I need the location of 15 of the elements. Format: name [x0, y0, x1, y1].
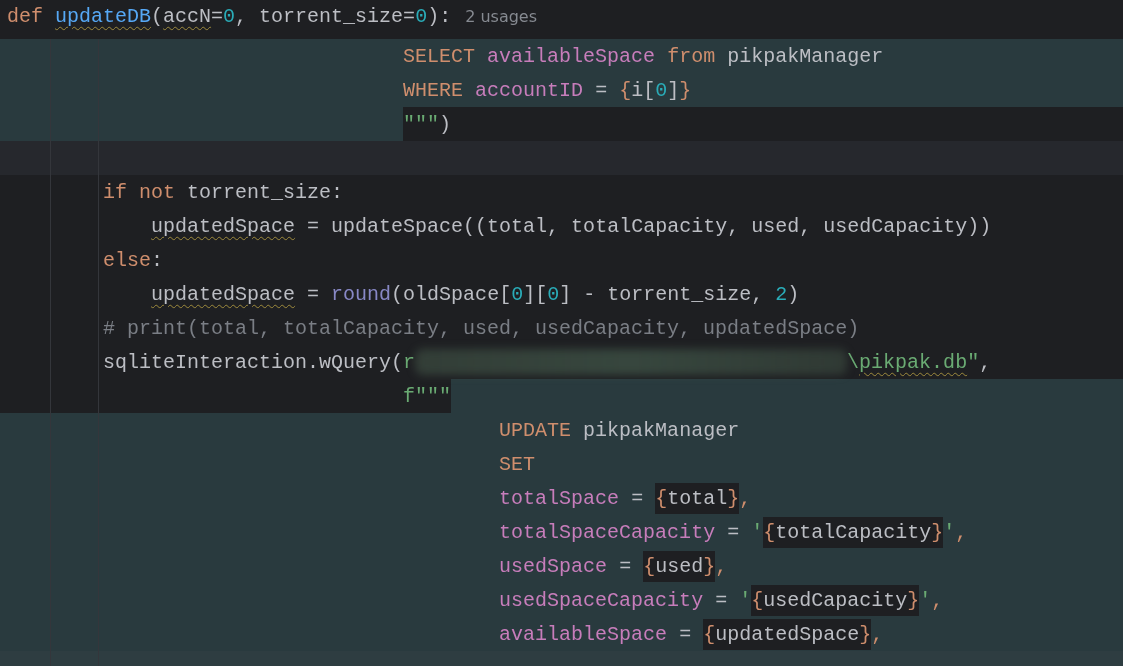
- code-text: def updateDB(accN=0, torrent_size=0):: [7, 4, 452, 28]
- code-text: SELECT availableSpace from pikpakManager: [402, 44, 884, 68]
- code-text: SET: [498, 452, 536, 476]
- code-text: else:: [102, 248, 164, 272]
- code-text: WHERE accountID = {i[0]}: [402, 78, 692, 102]
- code-text: \pikpak.db",: [847, 350, 992, 374]
- usage-hint[interactable]: 2 usages: [465, 6, 538, 26]
- code-text: if not torrent_size:: [102, 180, 344, 204]
- code-text: # print(total, totalCapacity, used, usedCapacity, updatedSpace): [102, 316, 860, 340]
- code-text: updatedSpace = round(oldSpace[0][0] - torrent_size, 2): [150, 282, 800, 306]
- code-text: """): [402, 112, 452, 136]
- code-text: UPDATE pikpakManager: [498, 418, 740, 442]
- code-text: updatedSpace = updateSpace((total, totalCapacity, used, usedCapacity)): [150, 214, 992, 238]
- code-text: f""": [402, 384, 452, 408]
- code-text: sqliteInteraction.wQuery(r: [102, 350, 416, 374]
